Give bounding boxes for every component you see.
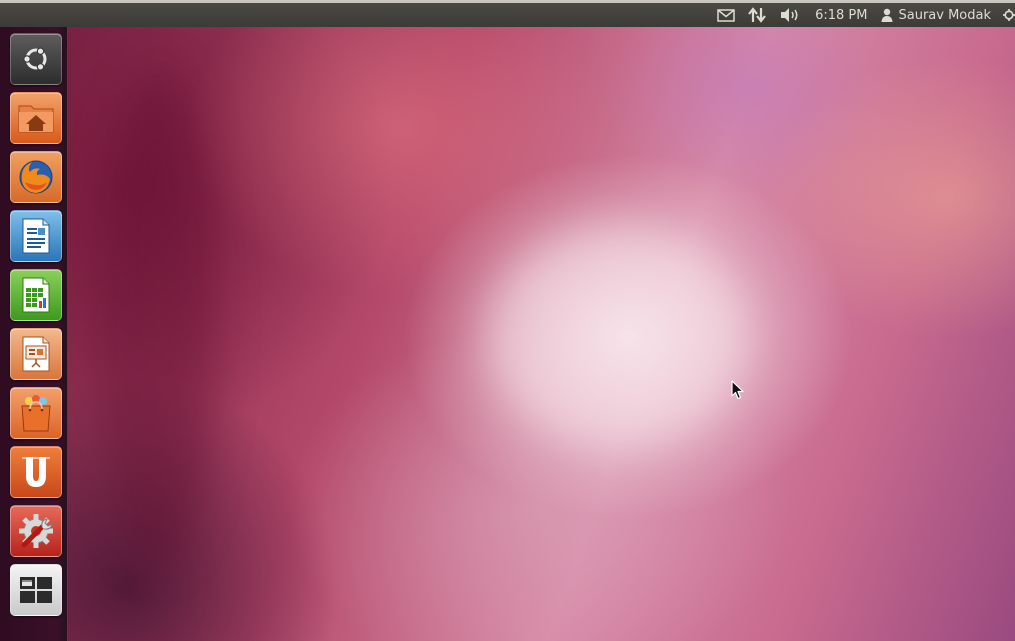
speaker-icon xyxy=(781,8,798,22)
session-indicator[interactable] xyxy=(997,3,1015,27)
network-arrows-icon xyxy=(748,7,766,23)
wallpaper-highlight xyxy=(488,227,748,447)
launcher-item-system-settings[interactable] xyxy=(10,505,62,557)
sound-indicator[interactable] xyxy=(773,3,807,27)
writer-document-icon xyxy=(22,218,50,254)
user-name: Saurav Modak xyxy=(898,7,991,23)
clock-time: 6:18 PM xyxy=(815,7,868,23)
ubuntu-desktop-screen: 6:18 PM Saurav Modak xyxy=(0,0,1015,641)
gear-icon xyxy=(1003,9,1015,21)
launcher-item-ubuntu-one[interactable] xyxy=(10,446,62,498)
workspaces-icon xyxy=(20,577,52,603)
user-indicator[interactable]: Saurav Modak xyxy=(875,3,997,27)
settings-wrench-icon xyxy=(19,514,53,548)
messaging-indicator[interactable] xyxy=(711,3,741,27)
launcher-item-libreoffice-impress[interactable] xyxy=(10,328,62,380)
ubuntu-logo-icon xyxy=(23,47,47,71)
launcher-item-libreoffice-writer[interactable] xyxy=(10,210,62,262)
launcher-item-workspace-switcher[interactable] xyxy=(10,564,62,616)
top-panel: 6:18 PM Saurav Modak xyxy=(0,0,1015,27)
launcher-item-dash-home[interactable] xyxy=(10,33,62,85)
launcher-item-ubuntu-software-center[interactable] xyxy=(10,387,62,439)
launcher-item-libreoffice-calc[interactable] xyxy=(10,269,62,321)
launcher-item-firefox[interactable] xyxy=(10,151,62,203)
person-icon xyxy=(881,8,893,22)
desktop-wallpaper[interactable] xyxy=(68,27,1015,641)
network-indicator[interactable] xyxy=(741,3,773,27)
launcher-item-home-folder[interactable] xyxy=(10,92,62,144)
ubuntu-one-icon xyxy=(22,457,50,487)
calc-spreadsheet-icon xyxy=(22,277,50,313)
impress-presentation-icon xyxy=(22,336,50,372)
mouse-pointer-icon xyxy=(731,380,744,400)
envelope-icon xyxy=(717,8,735,22)
firefox-icon xyxy=(19,160,53,194)
launcher xyxy=(0,27,68,641)
clock-indicator[interactable]: 6:18 PM xyxy=(807,3,875,27)
shopping-bag-icon xyxy=(21,395,51,432)
wallpaper-shading xyxy=(98,67,218,567)
home-folder-icon xyxy=(18,105,54,133)
